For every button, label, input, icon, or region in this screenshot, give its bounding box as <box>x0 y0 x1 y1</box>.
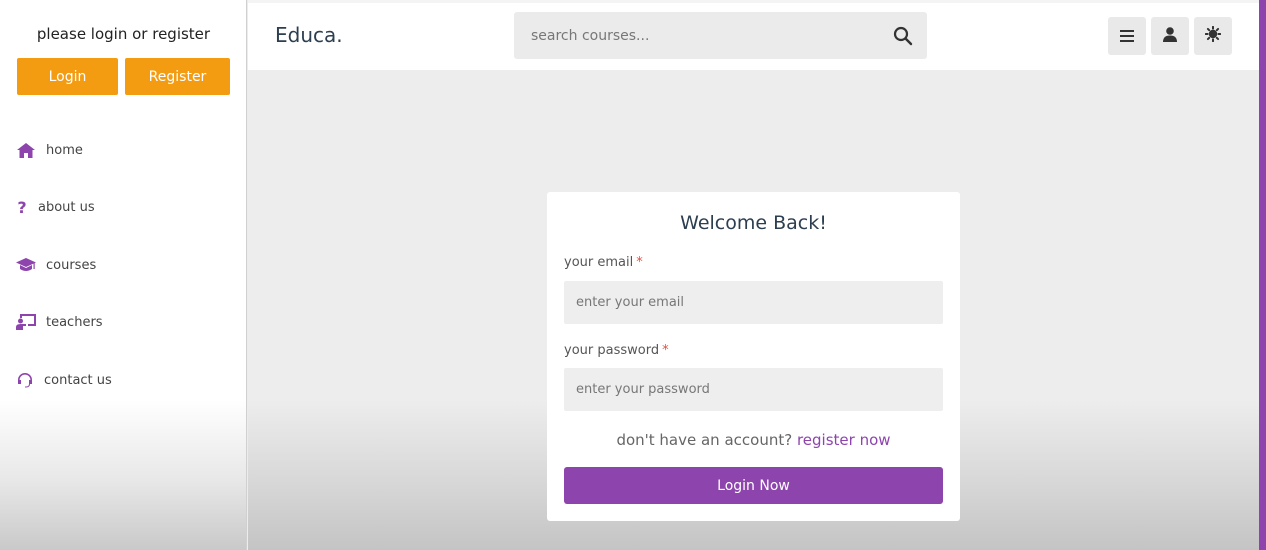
sidebar: please login or register Login Register … <box>0 0 247 550</box>
menu-button[interactable] <box>1108 17 1146 55</box>
required-mark: * <box>662 343 669 358</box>
user-icon <box>1163 26 1177 46</box>
sidebar-item-courses[interactable]: courses <box>16 257 96 273</box>
email-label-text: your email <box>564 255 634 270</box>
sidebar-item-label: contact us <box>44 372 112 388</box>
logo[interactable]: Educa. <box>275 23 343 47</box>
headset-icon <box>16 372 34 388</box>
search-bar <box>514 12 927 59</box>
required-mark: * <box>636 255 643 270</box>
register-now-link[interactable]: register now <box>797 431 891 449</box>
password-label-text: your password <box>564 343 660 358</box>
user-button[interactable] <box>1151 17 1189 55</box>
home-icon <box>16 142 36 158</box>
sidebar-item-label: about us <box>38 199 95 215</box>
chalkboard-teacher-icon <box>16 314 36 330</box>
password-field[interactable] <box>564 368 943 411</box>
theme-toggle-icon <box>1204 25 1222 46</box>
menu-icon <box>1120 27 1134 46</box>
sidebar-item-about[interactable]: ? about us <box>16 197 95 217</box>
login-form: Welcome Back! your email* your password*… <box>547 192 960 521</box>
sidebar-item-label: teachers <box>46 314 103 330</box>
top-header: Educa. <box>248 0 1259 70</box>
scrollbar[interactable] <box>1259 0 1266 550</box>
theme-toggle-button[interactable] <box>1194 17 1232 55</box>
graduation-cap-icon <box>16 257 36 273</box>
signup-prompt-text: don't have an account? <box>616 431 793 449</box>
sidebar-item-label: home <box>46 142 83 158</box>
form-title: Welcome Back! <box>680 212 827 234</box>
email-label: your email * <box>564 255 643 270</box>
login-prompt: please login or register <box>36 25 211 43</box>
question-icon: ? <box>17 197 27 217</box>
sidebar-register-button[interactable]: Register <box>125 58 230 95</box>
password-label: your password * <box>564 343 669 358</box>
search-input[interactable] <box>514 12 884 59</box>
sidebar-item-label: courses <box>46 257 97 273</box>
signup-prompt: don't have an account? register now <box>547 431 960 449</box>
sidebar-item-contact[interactable]: contact us <box>16 372 112 388</box>
sidebar-login-button[interactable]: Login <box>17 58 118 95</box>
login-now-button[interactable]: Login Now <box>564 467 943 504</box>
sidebar-item-teachers[interactable]: teachers <box>16 314 103 330</box>
email-field[interactable] <box>564 281 943 324</box>
search-icon[interactable] <box>893 26 913 46</box>
sidebar-item-home[interactable]: home <box>16 142 83 158</box>
